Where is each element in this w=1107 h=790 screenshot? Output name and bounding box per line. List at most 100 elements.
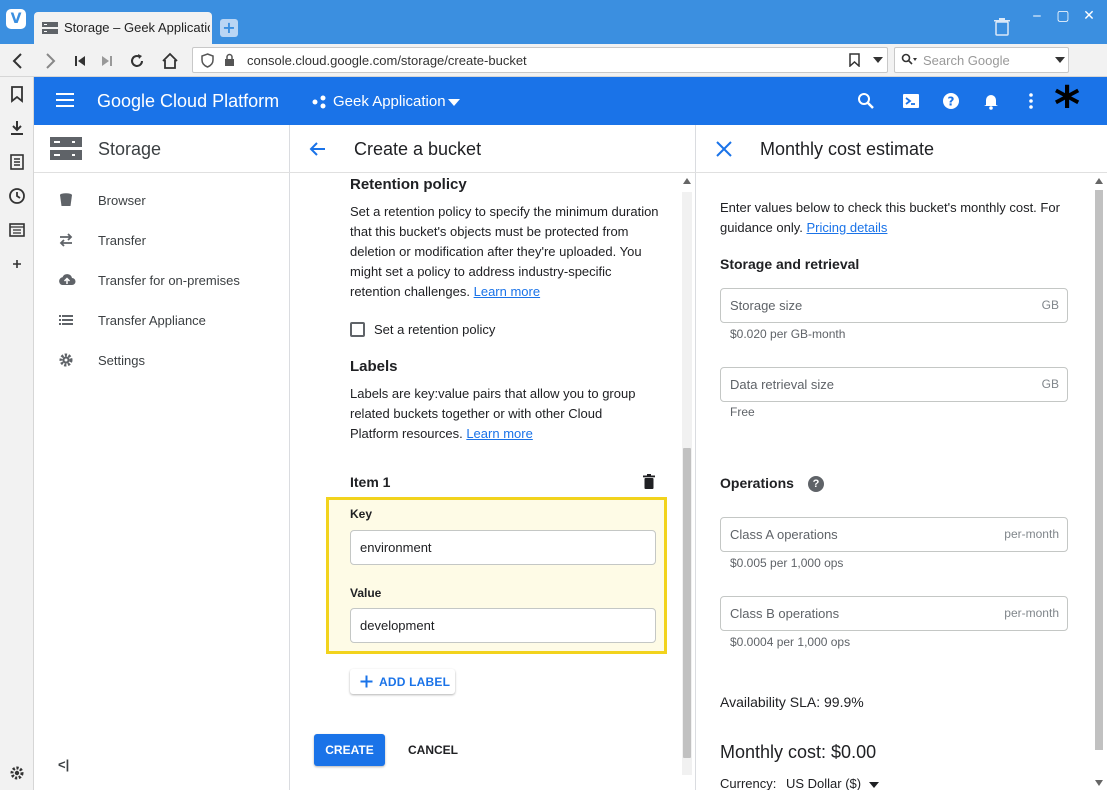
project-selector[interactable]: Geek Application: [333, 93, 446, 110]
bookmark-icon[interactable]: [849, 53, 860, 67]
gcp-header: Google Cloud Platform Geek Application ?…: [34, 77, 1107, 130]
add-label-button[interactable]: ADD LABEL: [350, 669, 455, 694]
labels-heading: Labels: [350, 358, 398, 375]
sidebar-item-label: Settings: [98, 353, 145, 368]
trash-icon[interactable]: [994, 18, 1010, 36]
class-b-hint: $0.0004 per 1,000 ops: [730, 635, 851, 649]
window-panel-icon[interactable]: [8, 221, 26, 239]
data-retrieval-placeholder: Data retrieval size: [730, 377, 835, 392]
chevron-down-icon[interactable]: [448, 99, 460, 106]
storage-favicon-icon: [42, 22, 58, 34]
create-button[interactable]: CREATE: [314, 734, 385, 766]
add-panel-icon[interactable]: [8, 255, 26, 273]
pricing-details-link[interactable]: Pricing details: [807, 220, 888, 235]
rewind-icon[interactable]: [70, 51, 90, 71]
retention-learn-more-link[interactable]: Learn more: [474, 284, 540, 299]
app-title[interactable]: Google Cloud Platform: [97, 91, 279, 112]
value-field-label: Value: [350, 586, 382, 600]
operations-heading: Operations: [720, 475, 794, 491]
asterisk-logo-icon[interactable]: *: [1054, 80, 1080, 130]
downloads-icon[interactable]: [8, 119, 26, 137]
sidebar-item-label: Transfer for on-premises: [98, 273, 240, 288]
create-bucket-header: Create a bucket: [290, 125, 696, 173]
scroll-up-icon[interactable]: [683, 178, 691, 184]
value-input-value: development: [360, 618, 435, 633]
search-icon[interactable]: [856, 91, 876, 111]
storage-size-input[interactable]: Storage size GB: [720, 288, 1068, 323]
search-placeholder: Search Google: [923, 53, 1010, 68]
notifications-bell-icon[interactable]: [981, 91, 1001, 111]
home-icon[interactable]: [160, 51, 180, 71]
bookmarks-icon[interactable]: [8, 85, 26, 103]
sidebar-item-browser[interactable]: Browser: [34, 181, 290, 221]
address-bar[interactable]: console.cloud.google.com/storage/create-…: [192, 47, 888, 73]
reload-icon[interactable]: [127, 51, 147, 71]
close-icon[interactable]: [714, 139, 734, 159]
shield-icon[interactable]: [201, 53, 214, 68]
estimate-intro-text: Enter values below to check this bucket'…: [720, 200, 1060, 235]
retention-policy-checkbox[interactable]: [350, 322, 365, 337]
chevron-down-icon[interactable]: [868, 782, 879, 788]
class-a-operations-input[interactable]: Class A operations per-month: [720, 517, 1068, 552]
storage-retrieval-heading: Storage and retrieval: [720, 256, 860, 272]
collapse-nav-button[interactable]: <|: [58, 757, 69, 772]
fast-forward-icon[interactable]: [97, 51, 117, 71]
retention-description: Set a retention policy to specify the mi…: [350, 202, 660, 302]
data-retrieval-unit: GB: [1041, 377, 1059, 391]
list-icon: [59, 315, 73, 325]
new-tab-button[interactable]: +: [220, 19, 238, 37]
project-dots-icon: [312, 95, 326, 109]
scrollbar-thumb[interactable]: [1095, 190, 1103, 750]
more-vert-icon[interactable]: [1021, 91, 1041, 111]
notes-icon[interactable]: [8, 153, 26, 171]
retention-heading: Retention policy: [350, 176, 467, 193]
help-icon[interactable]: ?: [941, 91, 961, 111]
arrow-back-icon[interactable]: [308, 139, 328, 159]
value-input[interactable]: development: [350, 608, 656, 643]
labels-learn-more-link[interactable]: Learn more: [466, 426, 532, 441]
storage-product-icon: [50, 137, 82, 160]
class-b-placeholder: Class B operations: [730, 606, 840, 621]
sidebar-item-settings[interactable]: Settings: [34, 341, 290, 381]
delete-trash-icon[interactable]: [643, 474, 655, 489]
chevron-down-icon[interactable]: [1055, 57, 1065, 63]
chevron-down-icon[interactable]: [873, 57, 883, 63]
class-b-operations-input[interactable]: Class B operations per-month: [720, 596, 1068, 631]
create-panel-scrollbar[interactable]: [682, 178, 692, 775]
currency-select[interactable]: US Dollar ($): [786, 776, 861, 790]
scroll-up-icon[interactable]: [1095, 178, 1103, 184]
vivaldi-logo-icon[interactable]: V: [6, 9, 26, 29]
sidebar-item-label: Transfer Appliance: [98, 313, 206, 328]
key-input[interactable]: environment: [350, 530, 656, 565]
sidebar-item-transfer-on-premises[interactable]: Transfer for on-premises: [34, 261, 290, 301]
maximize-button[interactable]: ▢: [1052, 6, 1074, 28]
leftnav-title: Storage: [98, 139, 162, 159]
leftnav-header: Storage: [34, 125, 290, 173]
hamburger-menu-icon[interactable]: [56, 92, 76, 108]
minimize-button[interactable]: ‒: [1026, 6, 1048, 28]
close-window-button[interactable]: ✕: [1078, 6, 1100, 28]
history-icon[interactable]: [8, 187, 26, 205]
settings-gear-icon[interactable]: [8, 764, 26, 782]
class-a-unit: per-month: [1004, 527, 1059, 541]
class-a-placeholder: Class A operations: [730, 527, 838, 542]
cloud-shell-icon[interactable]: [901, 91, 921, 111]
forward-icon[interactable]: [40, 51, 60, 71]
data-retrieval-input[interactable]: Data retrieval size GB: [720, 367, 1068, 402]
operations-help-icon[interactable]: ?: [808, 476, 824, 492]
sidebar-item-transfer-appliance[interactable]: Transfer Appliance: [34, 301, 290, 341]
scrollbar-thumb[interactable]: [683, 448, 691, 758]
retention-policy-checkbox-label[interactable]: Set a retention policy: [374, 322, 495, 337]
search-engine-box[interactable]: Search Google: [894, 47, 1069, 73]
estimate-panel-scrollbar[interactable]: [1094, 178, 1104, 790]
cancel-button[interactable]: CANCEL: [398, 734, 468, 766]
add-label-text: ADD LABEL: [379, 675, 451, 689]
browser-tab[interactable]: Storage – Geek Application: [34, 12, 212, 44]
back-icon[interactable]: [8, 51, 28, 71]
scroll-down-icon[interactable]: [1095, 780, 1103, 786]
storage-size-unit: GB: [1041, 298, 1059, 312]
create-bucket-panel: Create a bucket Retention policy Set a r…: [290, 125, 696, 790]
sidebar-item-transfer[interactable]: Transfer: [34, 221, 290, 261]
estimate-intro: Enter values below to check this bucket'…: [720, 198, 1070, 238]
labels-description: Labels are key:value pairs that allow yo…: [350, 384, 650, 444]
